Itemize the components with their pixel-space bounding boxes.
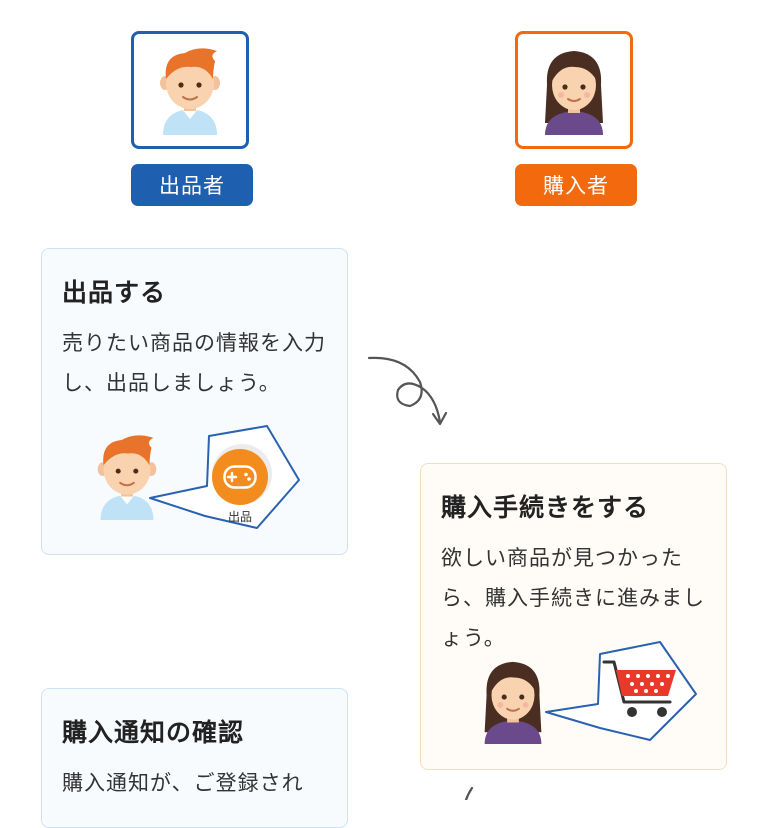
listing-button[interactable] [212, 449, 268, 505]
curly-arrow-icon [464, 786, 474, 800]
step-title: 購入通知の確認 [62, 718, 245, 747]
step-title: 購入手続きをする [441, 493, 650, 522]
gamepad-icon [223, 465, 257, 489]
step-description: 購入通知が、ご登録され [62, 771, 304, 795]
girl-avatar-icon [484, 661, 542, 744]
step-description: 売りたい商品の情報を入力し、出品しましょう。 [62, 331, 326, 395]
buyer-role-label: 購入者 [515, 164, 637, 206]
listing-button-label: 出品 [227, 510, 252, 524]
step-card-notification: 購入通知の確認 購入通知が、ご登録され [41, 688, 348, 828]
step-title: 出品する [62, 278, 167, 307]
girl-avatar-icon [545, 51, 603, 135]
speech-bubble [545, 641, 697, 741]
seller-avatar-frame [131, 31, 249, 149]
seller-role-label: 出品者 [131, 164, 253, 206]
boy-avatar-icon [160, 48, 220, 135]
curly-arrow-icon [367, 356, 448, 426]
buyer-avatar-frame [515, 31, 633, 149]
